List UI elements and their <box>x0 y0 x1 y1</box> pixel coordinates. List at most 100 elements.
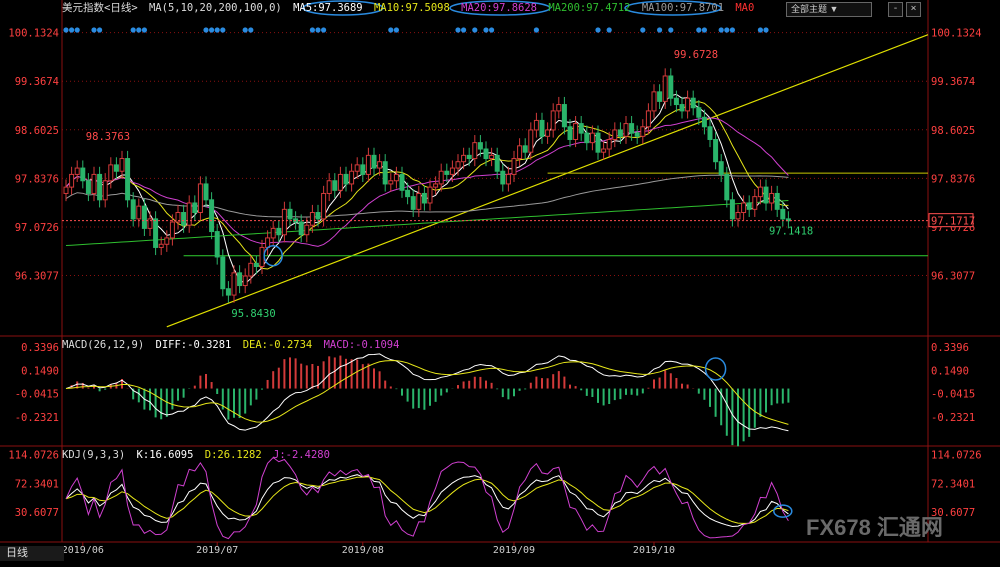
event-dot <box>640 27 646 33</box>
candle-body <box>393 173 399 182</box>
y-tick-left: 99.3674 <box>15 76 59 88</box>
event-dot <box>668 27 674 33</box>
candle-body <box>657 91 663 102</box>
candle-body <box>752 196 758 210</box>
macd-header: MACD(26,12,9) DIFF:-0.3281 DEA:-0.2734 M… <box>62 338 404 352</box>
x-tick-label: 2019/06 <box>62 545 104 556</box>
candle-body <box>186 202 192 226</box>
candle-body <box>601 148 607 153</box>
event-dot <box>696 27 702 33</box>
kdj-j: J:-2.4280 <box>273 449 330 461</box>
candle-body <box>169 221 175 239</box>
event-dot <box>74 27 80 33</box>
candle-body <box>125 158 131 201</box>
event-dot <box>242 27 248 33</box>
candle-body <box>259 246 265 267</box>
candle-body <box>343 173 349 185</box>
event-dot <box>393 27 399 33</box>
chart-stage: 100.1324 100.1324 99.3674 99.3674 98.6025 98.… <box>0 0 1000 563</box>
candle-body <box>287 208 293 220</box>
price-annotation: 99.6728 <box>674 49 718 61</box>
candle-body <box>701 116 707 128</box>
candle-body <box>382 161 388 185</box>
event-dot <box>718 27 724 33</box>
ma-params: MA(5,10,20,200,100,0) <box>148 2 282 14</box>
ma10-line <box>65 101 789 270</box>
candle-body <box>80 167 86 182</box>
candle-body <box>281 208 287 236</box>
theme-selector[interactable]: 全部主题 ▼ <box>786 2 872 17</box>
candle-body <box>713 138 719 163</box>
candle-body <box>561 104 567 128</box>
event-dot <box>729 27 736 33</box>
event-dot <box>97 27 103 33</box>
candle-body <box>416 192 422 210</box>
event-dot <box>595 27 601 33</box>
macd-dea: DEA:-0.2734 <box>242 339 313 351</box>
ma200-value: MA200:97.4712 <box>548 2 631 14</box>
candle-body <box>371 154 377 169</box>
y-tick-left: 97.8376 <box>15 173 59 185</box>
candle-body <box>522 145 528 153</box>
candle-body <box>533 119 539 131</box>
kdj-params: KDJ(9,3,3) <box>62 449 126 461</box>
candle-body <box>220 256 226 290</box>
candle-body <box>617 129 623 137</box>
kdj-y-tick-left: 30.6077 <box>15 507 59 519</box>
candle-body <box>449 167 455 175</box>
candle-body <box>595 132 601 153</box>
candle-body <box>85 180 91 194</box>
close-button[interactable]: × <box>906 2 921 17</box>
candle-body <box>741 202 747 214</box>
candle-body <box>91 173 97 194</box>
event-dot <box>136 27 142 33</box>
price-annotation: 98.3763 <box>86 131 130 143</box>
event-dot <box>388 27 394 33</box>
candle-body <box>203 183 209 201</box>
candle-body <box>298 221 304 236</box>
candle-body <box>629 123 635 134</box>
candle-body <box>584 132 590 144</box>
y-tick-left: 100.1324 <box>8 28 59 40</box>
macd-y-tick-right: 0.1490 <box>931 365 969 377</box>
macd-y-tick-right: -0.2321 <box>931 412 975 424</box>
candle-body <box>517 145 523 160</box>
candle-body <box>354 164 360 172</box>
event-dot <box>763 27 769 33</box>
candle-body <box>477 142 483 150</box>
candle-body <box>108 164 114 182</box>
event-dot <box>309 27 315 33</box>
candle-body <box>242 275 248 287</box>
candle-body <box>528 129 534 153</box>
event-dot <box>461 27 467 33</box>
event-dot <box>69 27 75 33</box>
candle-body <box>780 208 786 220</box>
candle-body <box>606 138 612 150</box>
candle-body <box>181 212 187 226</box>
macd-diff: DIFF:-0.3281 <box>155 339 232 351</box>
macd-y-tick-right: 0.3396 <box>931 342 969 354</box>
candle-body <box>651 91 657 112</box>
candle-body <box>679 104 685 112</box>
candle-body <box>321 192 327 220</box>
macd-dea-line <box>65 360 789 425</box>
x-tick-label: 2019/10 <box>633 545 675 556</box>
candle-body <box>505 173 511 185</box>
macd-y-tick-right: -0.0415 <box>931 389 975 401</box>
candle-body <box>399 173 405 191</box>
candle-body <box>153 218 159 248</box>
y-tick-left: 97.0726 <box>15 222 59 234</box>
candle-body <box>567 126 573 140</box>
minimize-button[interactable]: - <box>888 2 903 17</box>
candle-body <box>685 97 691 112</box>
timeframe-tab[interactable]: 日线 <box>0 546 64 561</box>
event-dot <box>701 27 708 33</box>
candle-body <box>662 75 668 102</box>
candle-body <box>696 107 702 118</box>
candle-body <box>388 180 394 185</box>
price-annotation: 95.8430 <box>231 308 275 320</box>
candle-body <box>769 192 775 204</box>
candle-body <box>573 123 579 140</box>
candle-body <box>718 161 724 175</box>
candle-body <box>304 224 310 236</box>
